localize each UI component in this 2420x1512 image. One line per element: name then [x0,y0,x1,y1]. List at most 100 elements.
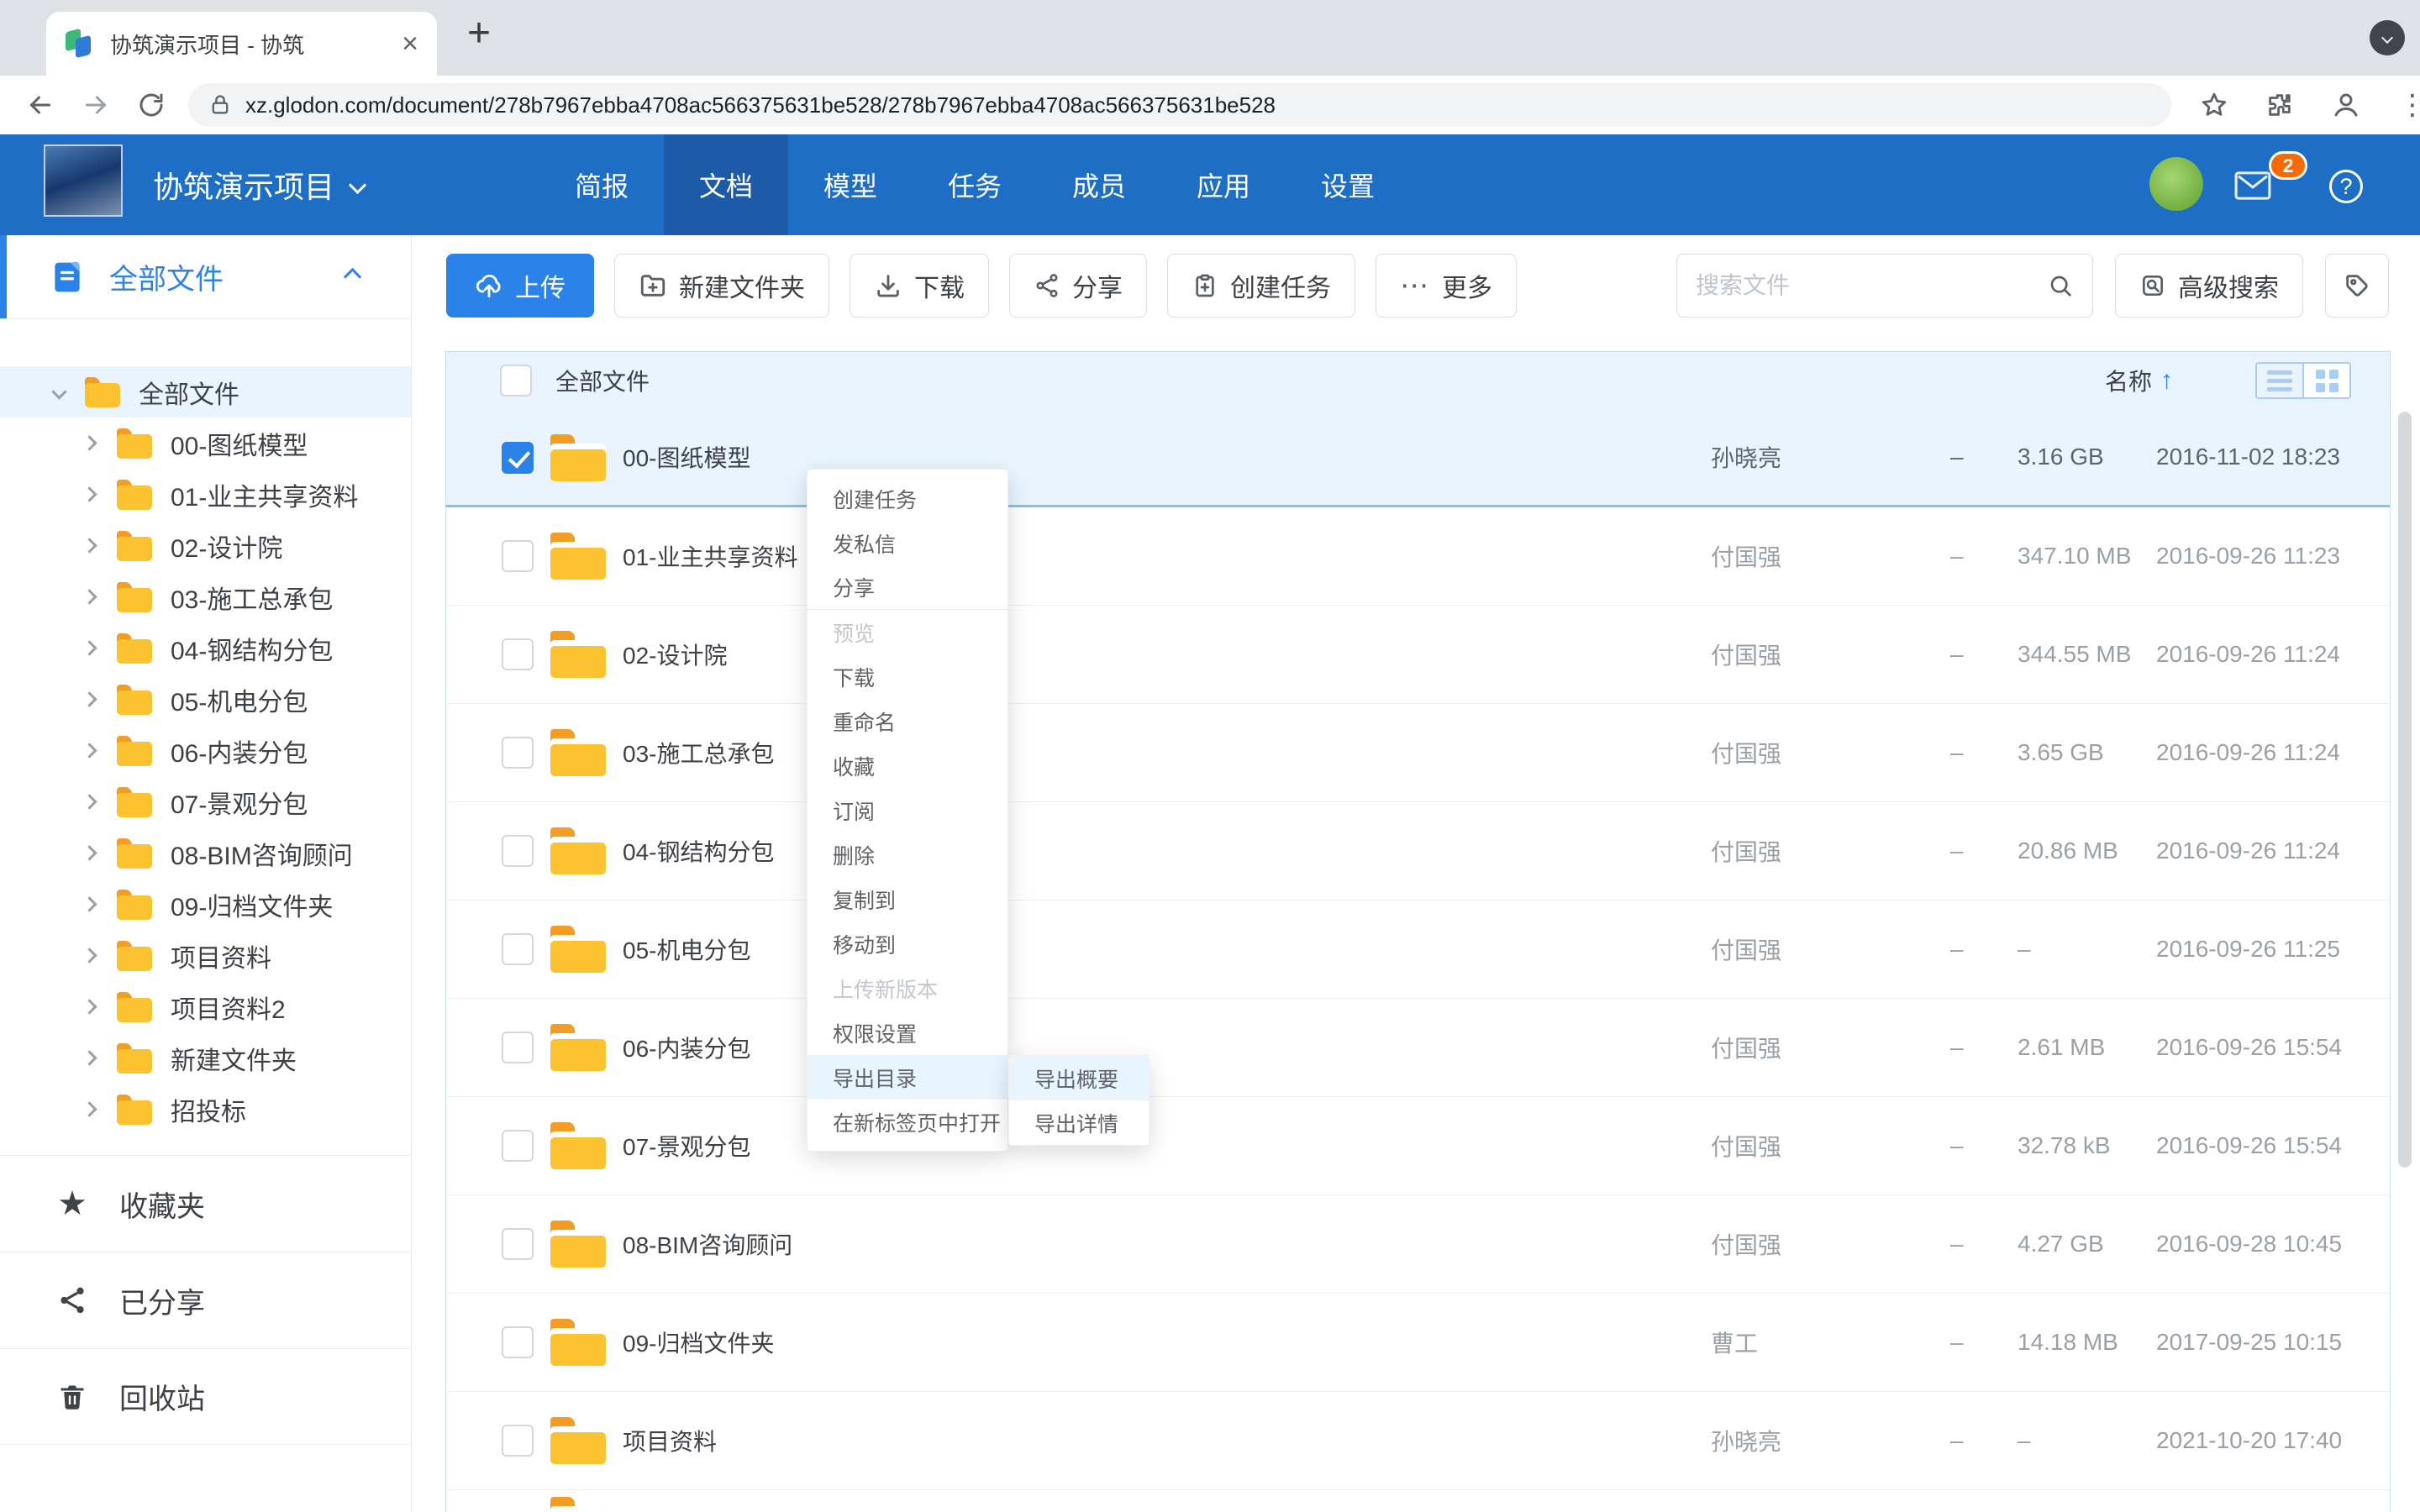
browser-menu-icon[interactable]: ⋮ [2398,88,2420,122]
table-row[interactable]: 07-景观分包 付国强 – 32.78 kB 2016-09-26 15:54 [446,1097,2390,1195]
advanced-search-button[interactable]: 高级搜索 [2115,254,2303,318]
context-menu-item[interactable]: 移动到 [808,921,1007,966]
file-name[interactable]: 03-施工总承包 [623,704,774,801]
chevron-right-icon[interactable] [82,948,97,963]
table-row[interactable]: 06-内装分包 付国强 – 2.61 MB 2016-09-26 15:54 [446,999,2390,1097]
tree-item[interactable]: 01-业主共享资料 [0,469,411,520]
file-name[interactable]: 07-景观分包 [623,1097,750,1194]
nav-tab[interactable]: 简报 [539,134,664,235]
table-row[interactable]: 01-业主共享资料 付国强 – 347.10 MB 2016-09-26 11:… [446,507,2390,606]
tree-item[interactable]: 招投标 [0,1084,411,1135]
context-menu-item[interactable]: 删除 [808,832,1007,877]
nav-tab[interactable]: 文档 [664,134,788,235]
tree-item[interactable]: 04-钢结构分包 [0,622,411,674]
extensions-icon[interactable] [2265,91,2294,119]
row-checkbox[interactable] [502,1130,534,1162]
context-menu-item[interactable]: 创建任务 [808,476,1007,521]
search-icon[interactable] [2047,272,2074,299]
context-menu-item[interactable]: 分享 [808,565,1007,610]
tab-search-button[interactable] [2370,20,2405,55]
file-name[interactable]: 01-业主共享资料 [623,507,797,605]
file-name[interactable]: 05-机电分包 [623,900,750,998]
row-checkbox[interactable] [502,835,534,867]
file-name[interactable]: 02-设计院 [623,606,727,703]
chevron-up-icon[interactable] [344,268,361,286]
sidebar-item-favorites[interactable]: ★ 收藏夹 [0,1155,411,1252]
chevron-right-icon[interactable] [82,794,97,809]
file-name[interactable]: 06-内装分包 [623,999,750,1096]
messages-icon[interactable] [2233,171,2272,201]
row-checkbox[interactable] [502,1032,534,1063]
nav-tab[interactable]: 设置 [1286,134,1410,235]
new-folder-button[interactable]: 新建文件夹 [614,254,829,318]
row-checkbox[interactable] [502,1326,534,1358]
context-menu-item[interactable]: 下载 [808,654,1007,699]
context-menu-item[interactable]: 重命名 [808,699,1007,743]
help-icon[interactable]: ? [2329,170,2363,203]
tree-item[interactable]: 08-BIM咨询顾问 [0,827,411,879]
tree-item[interactable]: 06-内装分包 [0,725,411,776]
table-row[interactable]: 09-归档文件夹 曹工 – 14.18 MB 2017-09-25 10:15 [446,1294,2390,1392]
context-menu-item[interactable]: 收藏 [808,743,1007,788]
tag-button[interactable] [2325,254,2389,318]
chevron-right-icon[interactable] [82,896,97,911]
new-tab-button[interactable]: + [467,10,491,56]
chevron-right-icon[interactable] [82,1101,97,1116]
upload-button[interactable]: 上传 [446,254,594,318]
tree-item[interactable]: 00-图纸模型 [0,417,411,469]
row-checkbox[interactable] [502,638,534,670]
context-menu-item[interactable]: 预览 [808,610,1007,654]
sort-control[interactable]: 名称 ↑ [2105,364,2173,397]
project-thumbnail[interactable] [44,144,123,217]
table-row[interactable]: 02-设计院 付国强 – 344.55 MB 2016-09-26 11:24 [446,606,2390,704]
address-bar[interactable]: xz.glodon.com/document/278b7967ebba4708a… [188,83,2171,127]
context-menu-item[interactable]: 上传新版本 [808,966,1007,1011]
file-name[interactable]: 08-BIM咨询顾问 [623,1195,792,1293]
tree-item[interactable]: 07-景观分包 [0,776,411,827]
tree-item[interactable]: 02-设计院 [0,520,411,571]
tree-item-root[interactable]: 全部文件 [0,366,411,417]
table-row[interactable]: 08-BIM咨询顾问 付国强 – 4.27 GB 2016-09-28 10:4… [446,1195,2390,1294]
file-name[interactable]: 00-图纸模型 [623,409,750,505]
chevron-right-icon[interactable] [82,640,97,655]
table-row[interactable]: 04-钢结构分包 付国强 – 20.86 MB 2016-09-26 11:24 [446,802,2390,900]
download-button[interactable]: 下载 [850,254,989,318]
nav-tab[interactable]: 任务 [913,134,1037,235]
share-button[interactable]: 分享 [1009,254,1147,318]
chevron-down-icon[interactable] [51,384,66,399]
file-name[interactable]: 09-归档文件夹 [623,1294,774,1391]
tree-item[interactable]: 项目资料 [0,930,411,981]
table-row[interactable]: 03-施工总承包 付国强 – 3.65 GB 2016-09-26 11:24 [446,704,2390,802]
profile-icon[interactable] [2331,90,2361,120]
table-row[interactable]: 05-机电分包 付国强 – – 2016-09-26 11:25 [446,900,2390,999]
reload-icon[interactable] [136,90,166,120]
grid-view-button[interactable] [2302,364,2349,397]
bookmark-star-icon[interactable] [2200,91,2228,119]
select-all-checkbox[interactable] [500,365,532,396]
context-menu-item[interactable]: 导出目录 [808,1055,1007,1100]
file-name[interactable]: 项目资料 [623,1392,717,1489]
tree-item[interactable]: 05-机电分包 [0,674,411,725]
project-switcher[interactable]: 协筑演示项目 [153,134,364,235]
browser-tab[interactable]: 协筑演示项目 - 协筑 × [46,12,437,76]
more-button[interactable]: ⋯ 更多 [1376,254,1517,318]
chevron-right-icon[interactable] [82,1050,97,1065]
forward-icon[interactable] [81,90,111,120]
tree-item[interactable]: 新建文件夹 [0,1032,411,1084]
nav-tab[interactable]: 成员 [1037,134,1161,235]
table-row[interactable]: 00-图纸模型 孙晓亮 – 3.16 GB 2016-11-02 18:23 [446,409,2390,507]
context-menu-item[interactable]: 权限设置 [808,1011,1007,1055]
context-menu-item[interactable]: 复制到 [808,877,1007,921]
sidebar-item-shared[interactable]: 已分享 [0,1252,411,1348]
nav-tab[interactable]: 模型 [788,134,913,235]
chevron-right-icon[interactable] [82,691,97,706]
table-row-partial[interactable] [446,1490,2390,1512]
context-submenu-item[interactable]: 导出概要 [1009,1056,1149,1100]
row-checkbox[interactable] [502,540,534,572]
row-checkbox[interactable] [502,737,534,769]
chevron-right-icon[interactable] [82,486,97,501]
chevron-right-icon[interactable] [82,845,97,860]
create-task-button[interactable]: 创建任务 [1167,254,1355,318]
chevron-right-icon[interactable] [82,435,97,450]
context-menu-item[interactable]: 发私信 [808,521,1007,565]
